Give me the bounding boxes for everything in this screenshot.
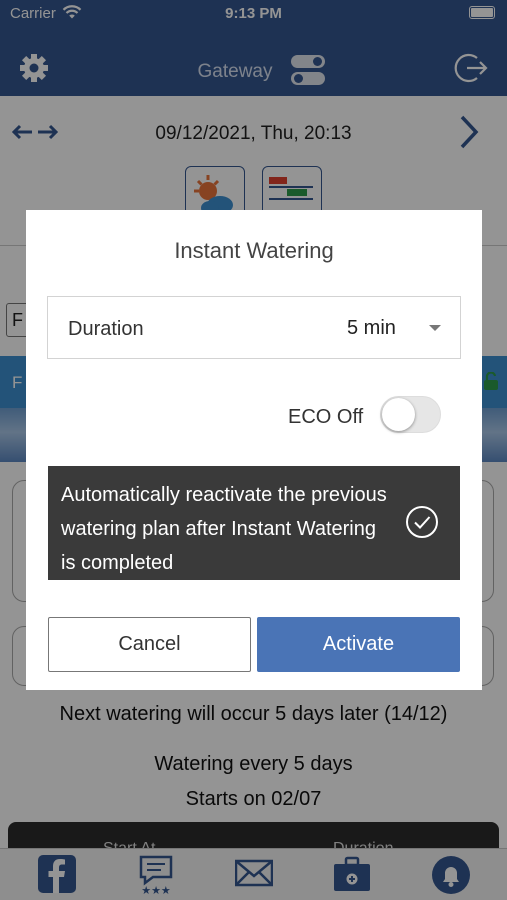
- eco-toggle-knob: [382, 398, 415, 431]
- auto-reactivate-text: Automatically reactivate the previous wa…: [61, 484, 387, 574]
- eco-toggle-label: ECO Off: [288, 406, 364, 428]
- duration-dropdown[interactable]: Duration 5 min: [47, 296, 461, 359]
- caret-down-icon: [429, 325, 441, 331]
- duration-value: 5 min: [347, 317, 396, 339]
- eco-toggle[interactable]: [380, 396, 441, 433]
- instant-watering-dialog: Instant Watering Duration 5 min ECO Off …: [26, 210, 482, 690]
- auto-reactivate-option[interactable]: Automatically reactivate the previous wa…: [48, 466, 460, 580]
- check-circle-icon[interactable]: [405, 505, 439, 544]
- activate-button[interactable]: Activate: [257, 617, 460, 672]
- duration-label: Duration: [68, 318, 144, 340]
- dialog-title: Instant Watering: [174, 238, 334, 263]
- cancel-button[interactable]: Cancel: [48, 617, 251, 672]
